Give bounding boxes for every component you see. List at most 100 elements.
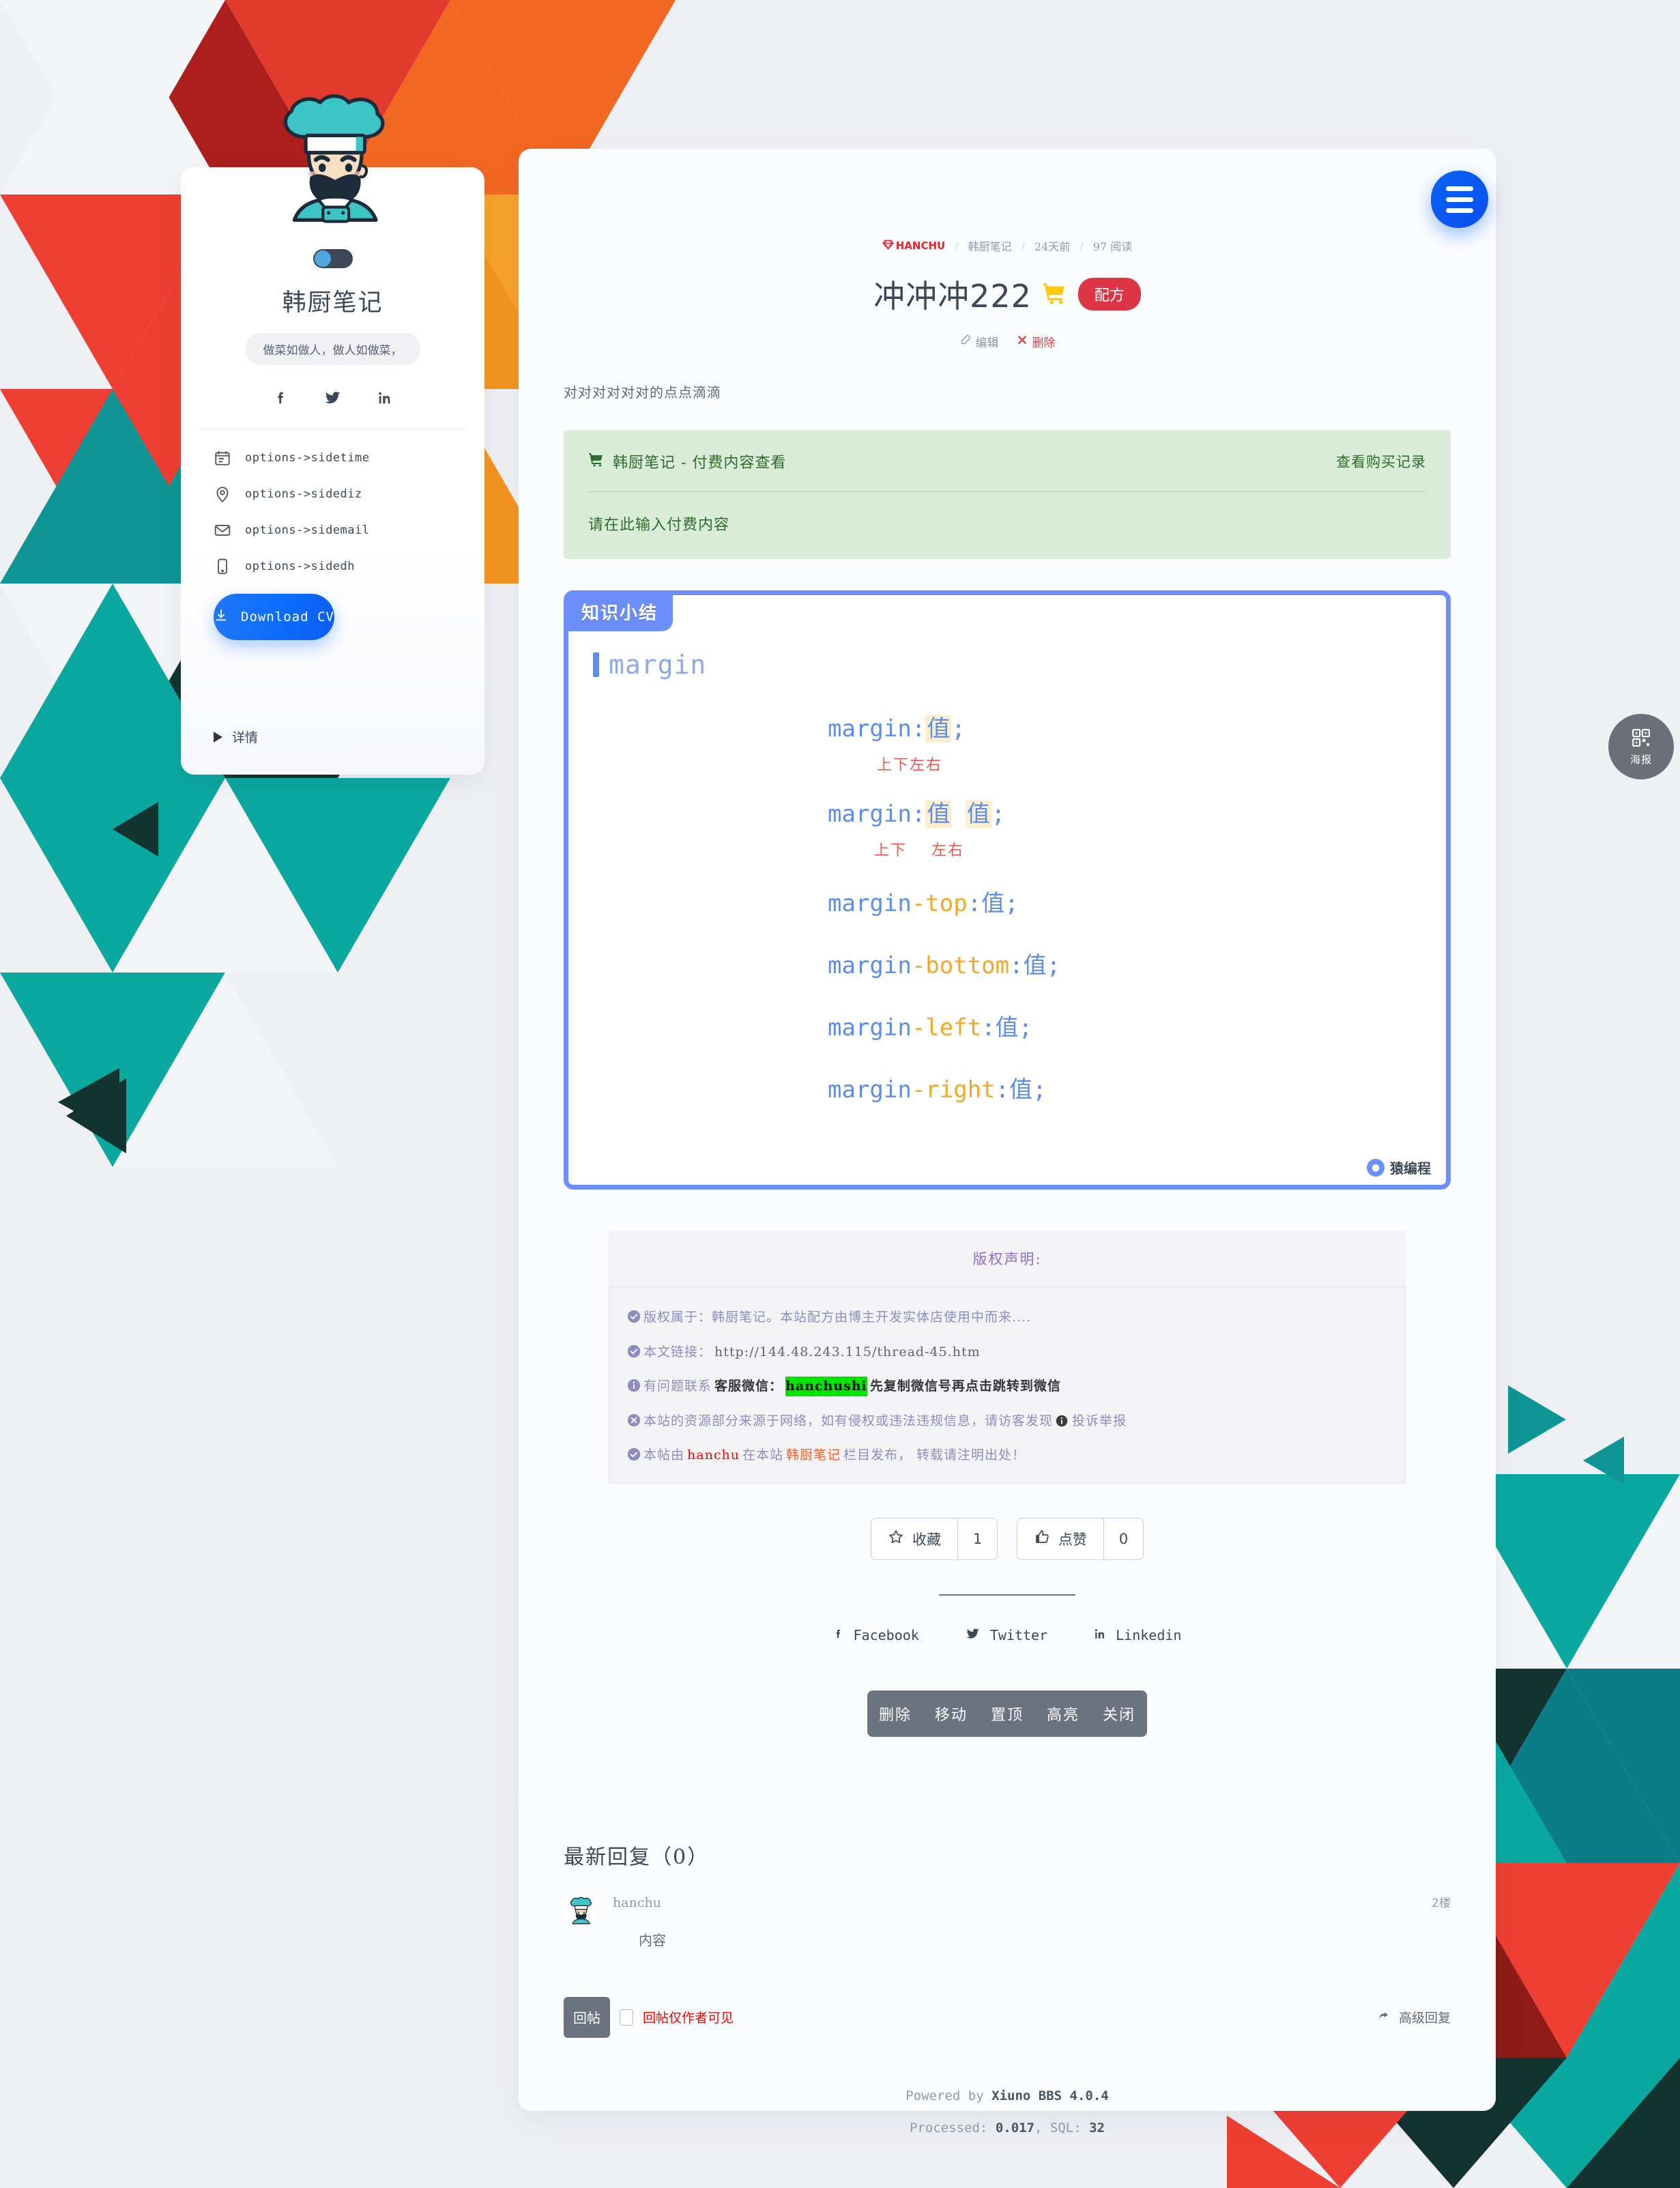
like-label-wrap: 点赞: [1017, 1518, 1103, 1559]
paid-content-box: 韩厨笔记 - 付费内容查看 查看购买记录 请在此输入付费内容: [564, 430, 1451, 559]
breadcrumb-separator: /: [1021, 239, 1026, 253]
wechat-id[interactable]: hanchushi: [785, 1377, 867, 1396]
like-count: 0: [1103, 1518, 1143, 1559]
category-badge[interactable]: 配方: [1077, 278, 1141, 311]
diamond-icon: [882, 240, 894, 253]
code-sub: -top: [911, 890, 968, 917]
reply-button[interactable]: 回帖: [564, 1996, 610, 2038]
processed-prefix: Processed:: [909, 2120, 996, 2135]
profile-divider: [199, 429, 467, 430]
disclaimer-text: 本站的资源部分来源于网络，如有侵权或违法违规信息，请访客发现: [643, 1413, 1054, 1428]
advanced-reply-link[interactable]: 高级回复: [1377, 2008, 1451, 2026]
breadcrumb-separator: /: [955, 239, 959, 253]
breadcrumb-views: 97 阅读: [1092, 240, 1133, 253]
linkedin-icon: [1094, 1627, 1106, 1644]
replies-heading: 最新回复（0）: [564, 1845, 710, 1869]
favorite-label: 收藏: [912, 1531, 941, 1548]
favorite-label-wrap: 收藏: [871, 1518, 957, 1559]
sidebar-label: options->sidemail: [245, 523, 370, 537]
star-icon: [888, 1529, 904, 1549]
avatar[interactable]: [564, 1892, 598, 1927]
powered-prefix: Powered by: [906, 2088, 992, 2103]
theme-toggle[interactable]: [313, 249, 353, 268]
sidebar-item-sidetime[interactable]: options->sidetime: [214, 449, 484, 467]
sidebar-item-sidemail[interactable]: options->sidemail: [214, 521, 484, 539]
profile-socials: [181, 390, 484, 409]
facebook-icon[interactable]: [274, 390, 289, 409]
code-value: 值: [981, 890, 1005, 917]
list-item: hanchu 2楼 内容: [564, 1892, 1451, 1949]
like-label: 点赞: [1058, 1531, 1087, 1548]
copyright-row: 本帖由 hanchu 在本站 韩厨笔记 栏目发布， 转载请注明出处！: [627, 1445, 1387, 1465]
code-line-6: margin-right:值;: [828, 1076, 1047, 1104]
menu-bar: [1446, 207, 1473, 213]
paid-title-text: 韩厨笔记 - 付费内容查看: [613, 455, 787, 472]
sidebar-item-sidediz[interactable]: options->sidediz: [214, 485, 484, 503]
info-dark-icon: [1056, 1413, 1069, 1427]
copyright-text: 版权属于：韩厨笔记。本站配方由博主开发实体店使用中而来....: [643, 1310, 1032, 1325]
copyright-row: 本文链接： http://144.48.243.115/thread-45.htm: [627, 1342, 1387, 1362]
download-cv-button[interactable]: Download CV: [214, 594, 334, 640]
admin-move[interactable]: 移动: [935, 1703, 968, 1725]
cart-icon: [588, 452, 605, 471]
site-brand[interactable]: HANCHU: [882, 240, 945, 253]
breadcrumb: HANCHU / 韩厨笔记 / 24天前 / 97 阅读: [519, 149, 1496, 254]
sidebar-item-sidedh[interactable]: options->sidedh: [214, 558, 484, 575]
share-facebook-label: Facebook: [853, 1627, 919, 1643]
code-lines: margin:值; 上下左右 margin:值 值; 上下 左右 margin-t…: [568, 710, 1446, 1104]
code-line-2: margin:值 值;: [828, 801, 1006, 828]
author-only-checkbox[interactable]: [620, 2009, 633, 2026]
admin-close[interactable]: 关闭: [1103, 1703, 1135, 1725]
edit-post-link[interactable]: 编辑: [959, 333, 999, 350]
purchase-records-link[interactable]: 查看购买记录: [1336, 451, 1426, 472]
favorite-count: 1: [957, 1518, 997, 1559]
sql-value: 32: [1089, 2120, 1105, 2135]
download-icon: [214, 608, 229, 627]
report-link[interactable]: 投诉举报: [1072, 1411, 1127, 1431]
admin-delete[interactable]: 删除: [879, 1703, 912, 1725]
post-author-pre: 本帖由: [643, 1448, 685, 1463]
share-linkedin[interactable]: Linkedin: [1094, 1627, 1181, 1644]
image-watermark: ● 猿编程: [1361, 1154, 1440, 1181]
share-twitter[interactable]: Twitter: [966, 1627, 1047, 1644]
code-sub: -bottom: [911, 952, 1010, 979]
layers-icon: [1412, 603, 1435, 627]
processed-value: 0.017: [995, 2120, 1035, 2135]
edit-label: 编辑: [975, 336, 999, 350]
admin-pin[interactable]: 置顶: [991, 1703, 1024, 1725]
paid-placeholder-text: 请在此输入付费内容: [588, 517, 730, 534]
info-circle-icon: [627, 1379, 641, 1392]
page-title: 冲冲冲222 配方: [519, 272, 1496, 317]
favorite-button[interactable]: 收藏 1: [871, 1517, 998, 1560]
copyright-heading: 版权声明:: [609, 1230, 1406, 1286]
post-title-text: 冲冲冲222: [873, 278, 1032, 315]
twitter-icon[interactable]: [324, 390, 342, 409]
delete-post-link[interactable]: 删除: [1017, 333, 1056, 350]
details-toggle[interactable]: 详情: [214, 728, 258, 746]
article-url[interactable]: http://144.48.243.115/thread-45.htm: [714, 1342, 981, 1362]
check-circle-icon: [627, 1344, 641, 1358]
breadcrumb-forum[interactable]: 韩厨笔记: [968, 237, 1012, 254]
poster-qr-button[interactable]: 海报: [1608, 714, 1674, 779]
code-value: 值: [965, 801, 991, 828]
copyright-row: 本站的资源部分来源于网络，如有侵权或违法违规信息，请访客发现 投诉举报: [627, 1411, 1387, 1431]
advanced-reply-label: 高级回复: [1398, 2011, 1451, 2026]
code-line-3: margin-top:值;: [828, 890, 1019, 917]
like-button[interactable]: 点赞 0: [1017, 1517, 1144, 1560]
hamburger-menu-icon[interactable]: [1431, 171, 1488, 228]
paid-title: 韩厨笔记 - 付费内容查看: [588, 450, 786, 472]
post-author[interactable]: hanchu: [687, 1445, 740, 1465]
wechat-label: 客服微信：: [714, 1379, 783, 1394]
copyright-link-label: 本文链接：: [643, 1344, 712, 1359]
post-body: 对对对对对对的点点滴滴 韩厨笔记 - 付费内容查看 查看购买记录 请在此输入付费…: [564, 382, 1451, 1737]
menu-bar: [1446, 197, 1473, 202]
code-kw: margin: [828, 715, 912, 743]
reply-username[interactable]: hanchu: [613, 1895, 661, 1910]
toggle-knob: [314, 250, 331, 267]
share-facebook[interactable]: Facebook: [833, 1627, 919, 1644]
admin-highlight[interactable]: 高亮: [1047, 1703, 1080, 1725]
code-note-1: 上下左右: [877, 757, 943, 774]
post-column[interactable]: 韩厨笔记: [786, 1445, 841, 1465]
qr-code-icon: [1631, 728, 1651, 751]
linkedin-icon[interactable]: [377, 390, 392, 409]
